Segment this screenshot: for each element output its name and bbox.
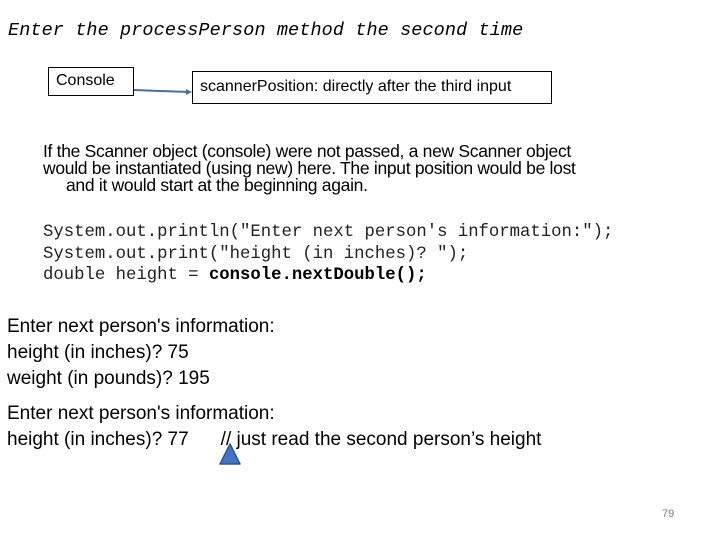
code-line: System.out.print("height (in inches)? ")…: [43, 244, 469, 264]
code-line: double height = console.nextDouble();: [43, 265, 613, 287]
code-highlight: console.nextDouble();: [208, 266, 427, 285]
scanner-position-box: scannerPosition: directly after the thir…: [192, 71, 552, 104]
explanation-text: If the Scanner object (console) were not…: [43, 142, 713, 195]
console-output-first-person: Enter next person's information: height …: [7, 314, 275, 392]
output-line: height (in inches)? 77 // just read the s…: [7, 427, 541, 453]
output-line: weight (in pounds)? 195: [7, 368, 210, 389]
output-line: Enter next person's information:: [7, 316, 275, 337]
output-line-value: height (in inches)? 77: [7, 429, 189, 450]
code-block: System.out.println("Enter next person's …: [43, 222, 613, 287]
explanation-line: and it would start at the beginning agai…: [66, 175, 368, 195]
connector-line: [133, 89, 191, 93]
output-line: height (in inches)? 75: [7, 342, 189, 363]
slide-heading: Enter the processPerson method the secon…: [8, 20, 524, 41]
code-line: System.out.println("Enter next person's …: [43, 223, 614, 242]
input-position-triangle-icon: [219, 443, 241, 465]
console-box: Console: [48, 67, 134, 96]
console-output-second-person: Enter next person's information: height …: [7, 401, 541, 453]
code-line-prefix: double height =: [43, 266, 209, 285]
output-line: Enter next person's information:: [7, 403, 275, 424]
output-comment: // just read the second person’s height: [220, 429, 542, 450]
page-number: 79: [662, 508, 675, 520]
